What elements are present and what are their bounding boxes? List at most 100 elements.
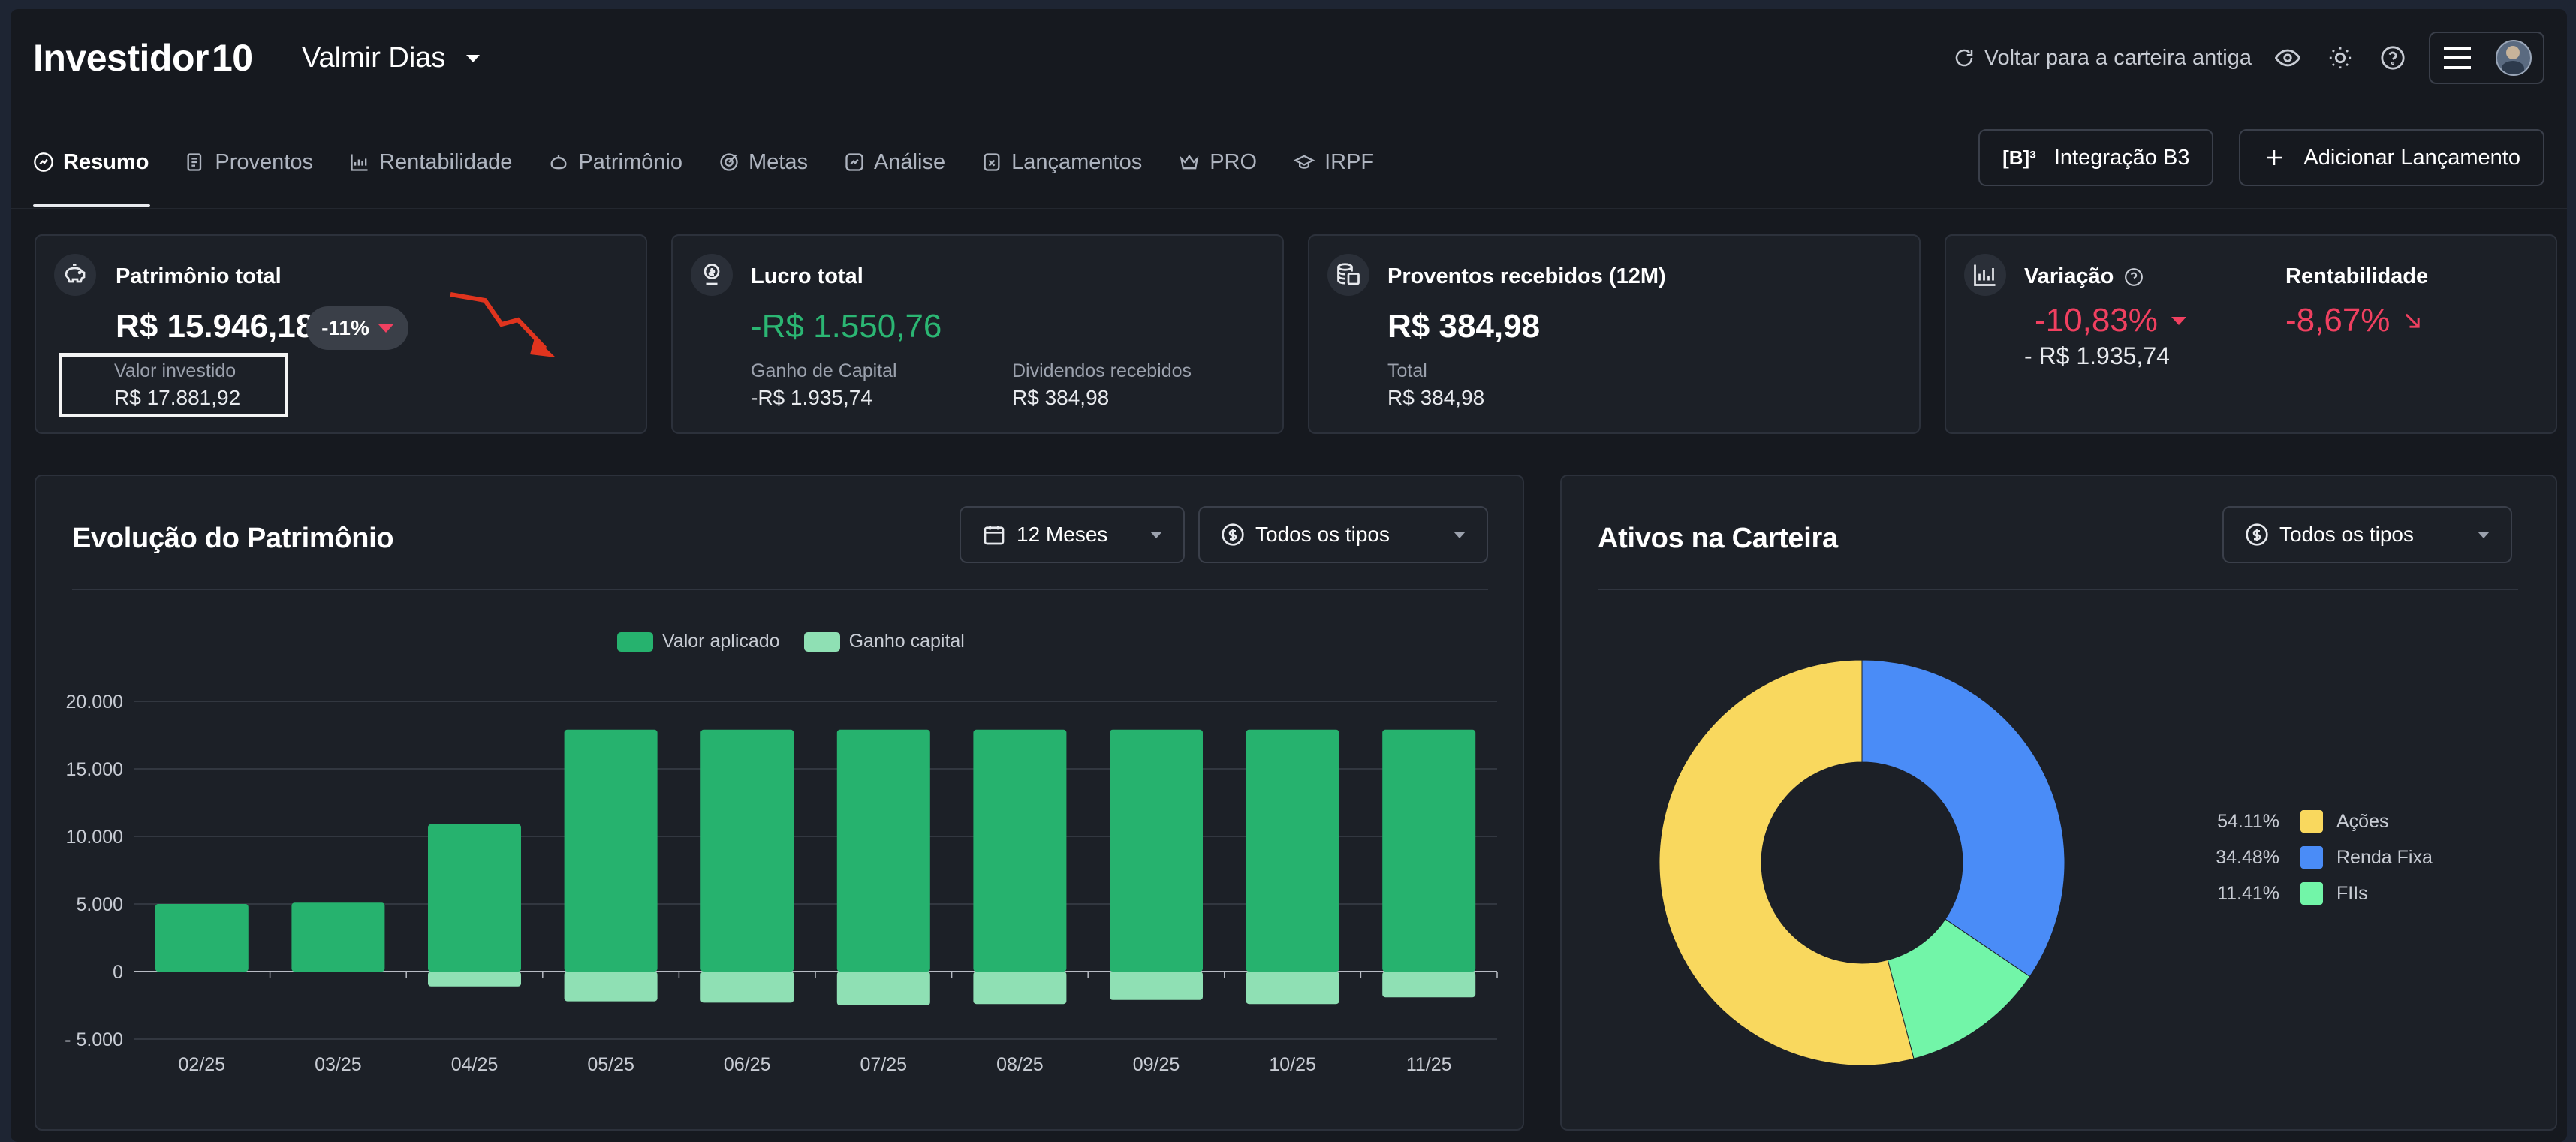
bar-ganho-capital[interactable] <box>564 972 658 1002</box>
patrimonio-icon <box>550 155 567 170</box>
proventos-title: Proventos recebidos (12M) <box>1387 264 1666 288</box>
analise-icon <box>845 153 863 171</box>
legend-row-fiis: 11.41% FIIs <box>2207 875 2433 911</box>
y-tick-label: 15.000 <box>66 759 123 780</box>
y-tick-label: 20.000 <box>66 692 123 713</box>
bar-ganho-capital[interactable] <box>428 972 521 987</box>
resumo-icon <box>34 152 53 172</box>
bar-valor-aplicado[interactable] <box>564 729 658 972</box>
rentabilidade-title: Rentabilidade <box>2285 264 2429 288</box>
donut-slice[interactable] <box>1861 659 2065 978</box>
bar-valor-aplicado[interactable] <box>1382 729 1476 972</box>
ativos-donut-chart <box>1659 659 2065 1066</box>
caret-down-icon <box>2171 316 2186 325</box>
bar-valor-aplicado[interactable] <box>1110 729 1203 972</box>
tab-label: Proventos <box>215 149 313 174</box>
lucro-title: Lucro total <box>751 264 863 288</box>
variacao-title: Variação <box>2024 264 2114 288</box>
caret-down-icon <box>378 324 393 333</box>
bar-valor-aplicado[interactable] <box>291 902 385 972</box>
avatar[interactable] <box>2495 40 2532 76</box>
help-circle-icon[interactable] <box>2124 267 2144 287</box>
x-tick-label: 10/25 <box>1269 1054 1316 1075</box>
x-tick-label: 02/25 <box>179 1054 226 1075</box>
dividendos-value: R$ 384,98 <box>1012 386 1110 409</box>
bar-ganho-capital[interactable] <box>1246 972 1339 1005</box>
x-tick-label: 11/25 <box>1406 1054 1452 1075</box>
legend-pct: 34.48% <box>2216 846 2279 868</box>
proventos-icon <box>187 153 202 171</box>
badge-label: -11% <box>321 316 369 339</box>
refresh-icon <box>1955 49 1972 67</box>
chevron-down-icon <box>2478 531 2490 538</box>
lucro-card: Lucro total -R$ 1.550,76 Ganho de Capita… <box>671 234 1284 434</box>
legend-pct: 11.41% <box>2217 882 2279 904</box>
ativos-type-dropdown[interactable]: Todos os tipos <box>2222 506 2512 563</box>
back-to-old-wallet-link[interactable]: Voltar para a carteira antiga <box>1953 46 2252 71</box>
bar-valor-aplicado[interactable] <box>836 729 930 972</box>
bar-ganho-capital[interactable] <box>1382 972 1476 998</box>
tab-patrimonio[interactable]: Patrimônio <box>548 144 700 180</box>
tab-label: Lançamentos <box>1011 149 1143 174</box>
x-tick-label: 03/25 <box>315 1054 362 1075</box>
ganho-capital-value: -R$ 1.935,74 <box>751 386 872 409</box>
variacao-value-row: -10,83% <box>2035 302 2186 339</box>
ganho-capital-label: Ganho de Capital <box>751 360 897 381</box>
user-selector[interactable]: Valmir Dias <box>302 42 481 74</box>
bar-valor-aplicado[interactable] <box>973 729 1067 972</box>
bar-chart-icon <box>1964 254 2006 296</box>
lancamentos-icon <box>984 153 1000 171</box>
rentabilidade-icon <box>351 154 368 171</box>
bar-ganho-capital[interactable] <box>1110 972 1203 1000</box>
x-tick-label: 06/25 <box>724 1054 771 1075</box>
piggy-bank-icon <box>54 254 96 296</box>
x-tick-label: 08/25 <box>996 1054 1044 1075</box>
integracao-b3-button[interactable]: [B]³ Integração B3 <box>1978 129 2214 186</box>
menu-button[interactable] <box>2429 32 2544 84</box>
logo[interactable]: Investidor 10 <box>33 36 253 80</box>
tab-irpf[interactable]: IRPF <box>1293 144 1392 180</box>
add-lancamento-button[interactable]: Adicionar Lançamento <box>2239 129 2544 186</box>
tab-label: PRO <box>1210 149 1258 174</box>
add-lancamento-label: Adicionar Lançamento <box>2303 145 2520 170</box>
arrow-down-right-icon <box>2406 313 2421 328</box>
logo-text: Investidor <box>33 37 209 79</box>
valor-investido-value: R$ 17.881,92 <box>114 386 241 409</box>
tab-pro[interactable]: PRO <box>1178 144 1275 180</box>
main-nav: Resumo Proventos Rentabilidade Patrimôni… <box>11 122 2567 209</box>
tab-resumo[interactable]: Resumo <box>33 144 167 180</box>
bar-valor-aplicado[interactable] <box>700 729 794 972</box>
x-tick-label: 09/25 <box>1133 1054 1180 1075</box>
legend-swatch <box>2300 882 2323 905</box>
tab-proventos[interactable]: Proventos <box>185 144 331 180</box>
bar-ganho-capital[interactable] <box>836 972 930 1005</box>
top-header: Investidor 10 Valmir Dias Voltar para a … <box>11 9 2567 103</box>
tab-label: Patrimônio <box>578 149 682 174</box>
tab-analise[interactable]: Análise <box>844 144 963 180</box>
tab-rentabilidade[interactable]: Rentabilidade <box>349 144 530 180</box>
patrimonio-value: R$ 15.946,18 <box>116 308 315 345</box>
bar-valor-aplicado[interactable] <box>428 824 521 972</box>
sun-icon[interactable] <box>2324 41 2357 74</box>
legend-row-acoes: 54.11% Ações <box>2207 803 2433 839</box>
y-tick-label: - 5.000 <box>65 1029 123 1050</box>
proventos-card: Proventos recebidos (12M) R$ 384,98 Tota… <box>1308 234 1921 434</box>
coins-stack-icon <box>1327 254 1369 296</box>
bar-ganho-capital[interactable] <box>700 972 794 1003</box>
integracao-b3-label: Integração B3 <box>2053 145 2190 170</box>
ativos-type-value: Todos os tipos <box>2279 523 2414 546</box>
active-tab-indicator <box>33 204 150 207</box>
legend-swatch <box>2300 810 2323 833</box>
tab-metas[interactable]: Metas <box>719 144 826 180</box>
eye-icon[interactable] <box>2271 41 2304 74</box>
help-icon[interactable] <box>2376 41 2409 74</box>
bar-valor-aplicado[interactable] <box>1246 729 1339 972</box>
bar-valor-aplicado[interactable] <box>155 904 249 972</box>
legend-row-renda-fixa: 34.48% Renda Fixa <box>2207 839 2433 875</box>
back-link-label: Voltar para a carteira antiga <box>1984 45 2252 70</box>
bar-ganho-capital[interactable] <box>973 972 1067 1005</box>
rentabilidade-value: -8,67% <box>2285 302 2391 339</box>
patrimonio-title: Patrimônio total <box>116 264 282 288</box>
pro-crown-icon <box>1180 154 1199 170</box>
tab-lancamentos[interactable]: Lançamentos <box>981 144 1160 180</box>
